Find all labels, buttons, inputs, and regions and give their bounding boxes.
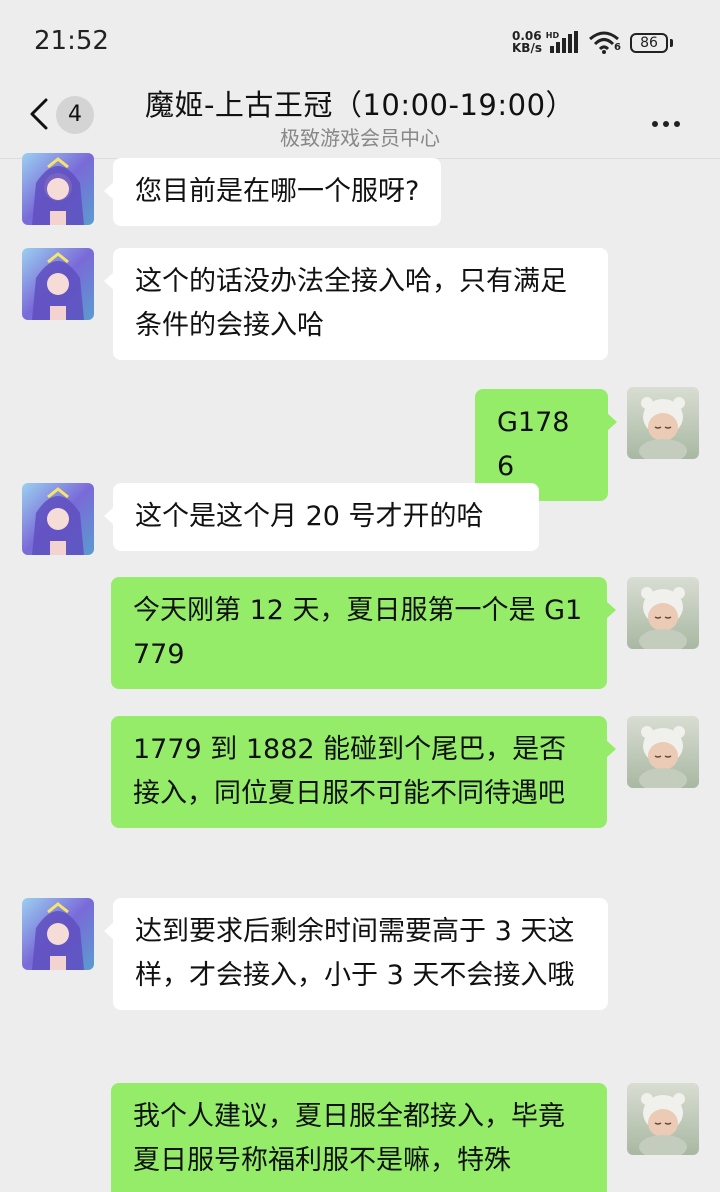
status-time: 21:52	[34, 26, 109, 56]
contact-avatar[interactable]	[22, 898, 94, 970]
incoming-message: 这个的话没办法全接入哈，只有满足条件的会接入哈	[104, 248, 608, 360]
contact-avatar[interactable]	[22, 248, 94, 320]
chat-title: 魔姬-上古王冠（10:00-19:00）	[144, 88, 576, 122]
outgoing-message: 我个人建议，夏日服全都接入，毕竟夏日服号称福利服不是嘛，特殊	[111, 1083, 607, 1192]
wifi6-label: 6	[614, 42, 621, 53]
contact-avatar[interactable]	[22, 153, 94, 225]
my-avatar[interactable]	[627, 577, 699, 649]
incoming-message: 达到要求后剩余时间需要高于 3 天这样，才会接入，小于 3 天不会接入哦	[104, 898, 608, 1010]
more-dots-icon[interactable]	[652, 112, 686, 127]
my-avatar[interactable]	[627, 716, 699, 788]
battery-tip	[670, 39, 673, 47]
my-avatar[interactable]	[627, 1083, 699, 1155]
chat-subtitle: 极致游戏会员中心	[280, 126, 440, 150]
my-avatar[interactable]	[627, 387, 699, 459]
contact-avatar[interactable]	[22, 483, 94, 555]
outgoing-message: 1779 到 1882 能碰到个尾巴，是否接入，同位夏日服不可能不同待遇吧	[111, 716, 616, 828]
status-bar: 21:52 0.06 HD KB/s 6 86	[0, 0, 720, 80]
outgoing-message: 今天刚第 12 天，夏日服第一个是 G1779	[111, 577, 616, 689]
incoming-message: 这个是这个月 20 号才开的哈	[104, 483, 539, 551]
signal-bars-icon	[550, 31, 578, 53]
chat-header: 4 魔姬-上古王冠（10:00-19:00） 极致游戏会员中心	[0, 80, 720, 159]
incoming-message: 您目前是在哪一个服呀?	[103, 158, 442, 226]
battery-icon: 86	[630, 33, 668, 53]
